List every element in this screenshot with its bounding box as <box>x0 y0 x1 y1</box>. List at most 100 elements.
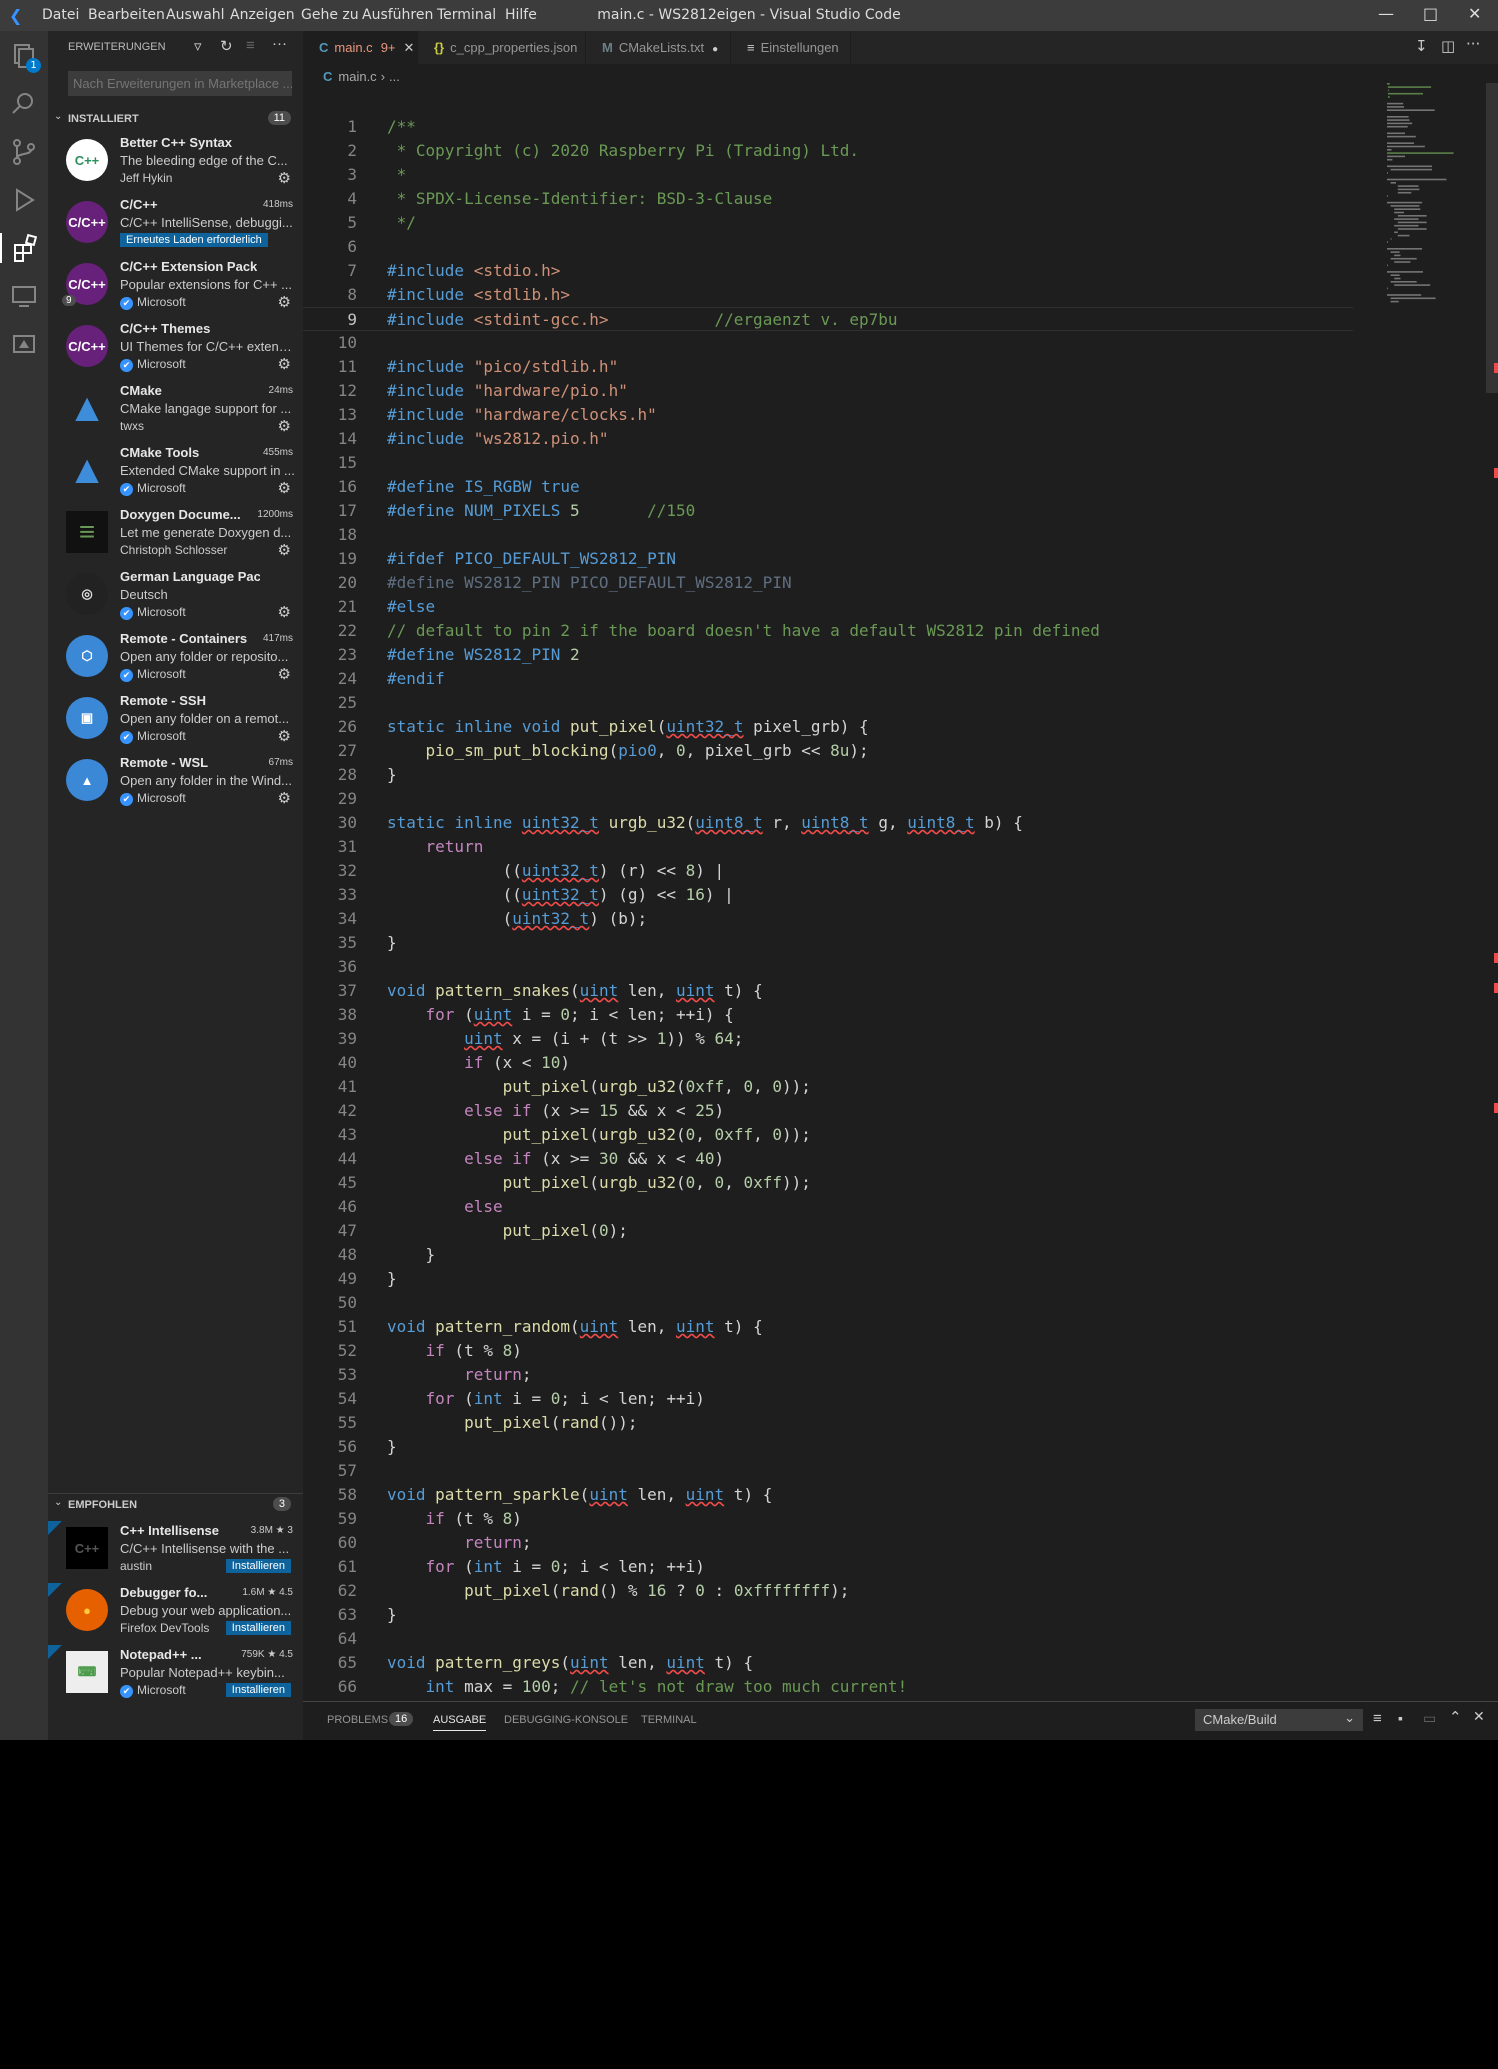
code-line[interactable]: 55 put_pixel(rand()); <box>303 1411 1353 1435</box>
code-line[interactable]: 14 #include "ws2812.pio.h" <box>303 427 1353 451</box>
copy-icon[interactable]: ▭ <box>1423 1710 1436 1727</box>
extension-item[interactable]: ▲ CMake CMake langage support for ... twxs ⚙… <box>48 381 303 443</box>
split-editor-icon[interactable]: ◫ <box>1441 37 1455 55</box>
scrollbar-thumb[interactable] <box>1486 83 1498 393</box>
gear-icon[interactable]: ⚙ <box>278 727 291 745</box>
code-line[interactable]: 4 * SPDX-License-Identifier: BSD-3-Claus… <box>303 187 1353 211</box>
extension-item[interactable]: C/C++ C/C++ Themes UI Themes for C/C++ ext… <box>48 319 303 381</box>
code-line[interactable]: 33 ((uint32_t) (g) << 16) | <box>303 883 1353 907</box>
minimize-icon[interactable]: — <box>1378 4 1394 23</box>
reload-required-badge[interactable]: Erneutes Laden erforderlich <box>120 233 268 247</box>
code-line[interactable]: 45 put_pixel(urgb_u32(0, 0, 0xff)); <box>303 1171 1353 1195</box>
code-line[interactable]: 51 void pattern_random(uint len, uint t) … <box>303 1315 1353 1339</box>
code-line[interactable]: 39 uint x = (i + (t >> 1)) % 64; <box>303 1027 1353 1051</box>
code-line[interactable]: 23 #define WS2812_PIN 2 <box>303 643 1353 667</box>
code-line[interactable]: 5 */ <box>303 211 1353 235</box>
tab-problems[interactable]: PROBLEMS <box>327 1714 388 1726</box>
install-button[interactable]: Installieren <box>225 1621 291 1635</box>
extension-item[interactable]: ▣ Remote - SSH Open any folder on a remot.… <box>48 691 303 753</box>
code-line[interactable]: 20 #define WS2812_PIN PICO_DEFAULT_WS2812… <box>303 571 1353 595</box>
code-line[interactable]: 40 if (x < 10) <box>303 1051 1353 1075</box>
code-line[interactable]: 34 (uint32_t) (b); <box>303 907 1353 931</box>
code-line[interactable]: 37 void pattern_snakes(uint len, uint t) … <box>303 979 1353 1003</box>
gear-icon[interactable]: ⚙ <box>278 293 291 311</box>
gear-icon[interactable]: ⚙ <box>278 789 291 807</box>
extensions-search-input[interactable] <box>68 71 292 96</box>
code-line[interactable]: 36 <box>303 955 1353 979</box>
breadcrumb-file[interactable]: main.c <box>338 69 376 84</box>
maximize-icon[interactable]: □ <box>1423 4 1438 23</box>
code-line[interactable]: 43 put_pixel(urgb_u32(0, 0xff, 0)); <box>303 1123 1353 1147</box>
code-line[interactable]: 16 #define IS_RGBW true <box>303 475 1353 499</box>
refresh-icon[interactable]: ↻ <box>220 37 233 55</box>
code-line[interactable]: 53 return; <box>303 1363 1353 1387</box>
lock-icon[interactable]: ▪ <box>1398 1710 1403 1726</box>
gear-icon[interactable]: ⚙ <box>278 665 291 683</box>
extension-item[interactable]: ▲ Remote - WSL Open any folder in the Wind… <box>48 753 303 815</box>
code-line[interactable]: 8 #include <stdlib.h> <box>303 283 1353 307</box>
code-line[interactable]: 54 for (int i = 0; i < len; ++i) <box>303 1387 1353 1411</box>
recommended-extension-item[interactable]: ⌨ Notepad++ ... 759K ★ 4.5 Popular Notepad+… <box>48 1645 303 1707</box>
code-line[interactable]: 18 <box>303 523 1353 547</box>
code-line[interactable]: 21 #else <box>303 595 1353 619</box>
code-line[interactable]: 1 /** <box>303 115 1353 139</box>
extension-item[interactable]: C/C++ C/C++ Extension Pack Popular extensi… <box>48 257 303 319</box>
code-line[interactable]: 35} <box>303 931 1353 955</box>
extension-item[interactable]: ▲ CMake Tools Extended CMake support in ..… <box>48 443 303 505</box>
code-line[interactable]: 60 return; <box>303 1531 1353 1555</box>
extensions-icon[interactable] <box>0 233 48 263</box>
recommended-section-header[interactable]: ⌄ EMPFOHLEN 3 <box>48 1493 303 1515</box>
install-button[interactable]: Installieren <box>225 1559 291 1573</box>
code-line[interactable]: 29 <box>303 787 1353 811</box>
code-line[interactable]: 41 put_pixel(urgb_u32(0xff, 0, 0)); <box>303 1075 1353 1099</box>
minimap[interactable] <box>1383 83 1488 343</box>
close-icon[interactable]: ✕ <box>1468 4 1481 23</box>
code-line[interactable]: 58 void pattern_sparkle(uint len, uint t)… <box>303 1483 1353 1507</box>
code-line[interactable]: 11 #include "pico/stdlib.h" <box>303 355 1353 379</box>
code-line[interactable]: 56} <box>303 1435 1353 1459</box>
tab-main-c[interactable]: Cmain.c 9+ ✕ <box>303 31 418 64</box>
code-line[interactable]: 62 put_pixel(rand() % 16 ? 0 : 0xfffffff… <box>303 1579 1353 1603</box>
scrollbar-track[interactable] <box>1486 83 1498 1701</box>
close-panel-icon[interactable]: ✕ <box>1473 1708 1485 1725</box>
extension-item[interactable]: C/C++ C/C++ C/C++ IntelliSense, debuggi...… <box>48 195 303 257</box>
code-line[interactable]: 31 return <box>303 835 1353 859</box>
clear-icon[interactable]: ≡ <box>246 37 255 54</box>
open-changes-icon[interactable]: ↧ <box>1415 37 1428 55</box>
search-icon[interactable] <box>9 89 39 119</box>
gear-icon[interactable]: ⚙ <box>278 479 291 497</box>
code-line[interactable]: 44 else if (x >= 30 && x < 40) <box>303 1147 1353 1171</box>
code-line[interactable]: 65 void pattern_greys(uint len, uint t) { <box>303 1651 1353 1675</box>
tab-c-cpp-properties-json[interactable]: {} c_cpp_properties.json <box>418 31 586 64</box>
editor-more-icon[interactable]: ··· <box>1466 35 1480 53</box>
cmake-icon[interactable] <box>9 329 39 359</box>
extension-item[interactable]: ⬡ Remote - Containers Open any folder or r… <box>48 629 303 691</box>
maximize-panel-icon[interactable]: ⌃ <box>1449 1708 1462 1726</box>
code-line[interactable]: 48 } <box>303 1243 1353 1267</box>
code-line[interactable]: 3 * <box>303 163 1353 187</box>
more-icon[interactable]: ··· <box>272 35 287 52</box>
code-line[interactable]: 47 put_pixel(0); <box>303 1219 1353 1243</box>
code-line[interactable]: 61 for (int i = 0; i < len; ++i) <box>303 1555 1353 1579</box>
code-line[interactable]: 17 #define NUM_PIXELS 5 //150 <box>303 499 1353 523</box>
code-line[interactable]: 30 static inline uint32_t urgb_u32(uint8_… <box>303 811 1353 835</box>
remote-explorer-icon[interactable] <box>9 281 39 311</box>
gear-icon[interactable]: ⚙ <box>278 541 291 559</box>
code-line[interactable]: 19 #ifdef PICO_DEFAULT_WS2812_PIN <box>303 547 1353 571</box>
tab-terminal[interactable]: TERMINAL <box>641 1714 697 1726</box>
code-line[interactable]: 50 <box>303 1291 1353 1315</box>
code-line[interactable]: 28} <box>303 763 1353 787</box>
code-line[interactable]: 38 for (uint i = 0; i < len; ++i) { <box>303 1003 1353 1027</box>
extension-item[interactable]: ◎ German Language Pack fo... Deutsch Micros… <box>48 567 303 629</box>
code-line[interactable]: 32 ((uint32_t) (r) << 8) | <box>303 859 1353 883</box>
extension-item[interactable]: C++ Better C++ Syntax The bleeding edge of… <box>48 133 303 195</box>
code-line[interactable]: 10 <box>303 331 1353 355</box>
clear-output-icon[interactable]: ≡ <box>1373 1710 1382 1727</box>
installed-section-header[interactable]: ⌄ INSTALLIERT 11 <box>48 109 303 131</box>
recommended-extension-item[interactable]: ● Debugger fo... 1.6M ★ 4.5 Debug your web … <box>48 1583 303 1645</box>
unsaved-dot-icon[interactable]: ● <box>712 44 718 55</box>
code-line[interactable]: 25 <box>303 691 1353 715</box>
code-line[interactable]: 64 <box>303 1627 1353 1651</box>
code-line[interactable]: 6 <box>303 235 1353 259</box>
tab-debug-console[interactable]: DEBUGGING-KONSOLE <box>504 1714 628 1726</box>
